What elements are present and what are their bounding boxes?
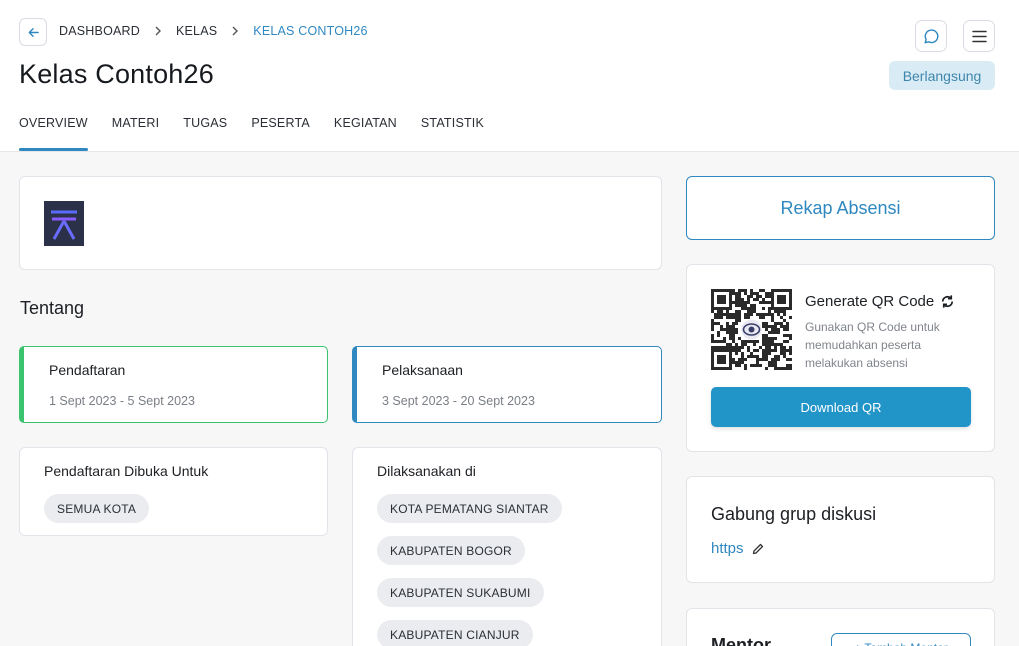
class-logo [44, 201, 84, 246]
execution-date-range: 3 Sept 2023 - 20 Sept 2023 [382, 394, 535, 408]
chat-bubble-icon [923, 28, 938, 43]
pencil-icon[interactable] [752, 543, 764, 555]
registration-scope-title: Pendaftaran Dibuka Untuk [44, 463, 209, 479]
back-button[interactable] [19, 18, 47, 46]
registration-scope-card: Pendaftaran Dibuka Untuk SEMUA KOTA [19, 447, 328, 536]
chevron-right-icon [231, 26, 239, 36]
qr-description: Gunakan QR Code untuk memudahkan peserta… [805, 320, 940, 370]
hamburger-menu-icon [971, 30, 987, 42]
add-mentor-button[interactable]: + Tambah Mentor [831, 633, 971, 646]
tab-kegiatan[interactable]: KEGIATAN [334, 108, 397, 152]
location-chip: KABUPATEN BOGOR [377, 536, 525, 565]
mentor-card: Mentor + Tambah Mentor [686, 608, 995, 646]
discussion-link-row: https [711, 540, 764, 557]
registration-period-card: Pendaftaran 1 Sept 2023 - 5 Sept 2023 [19, 346, 328, 423]
execution-title: Pelaksanaan [382, 362, 463, 378]
breadcrumb-dashboard[interactable]: DASHBOARD [59, 24, 140, 38]
tab-overview[interactable]: OVERVIEW [19, 108, 88, 152]
status-badge: Berlangsung [889, 61, 995, 90]
tab-bar: OVERVIEW MATERI TUGAS PESERTA KEGIATAN S… [19, 108, 508, 152]
tab-statistik[interactable]: STATISTIK [421, 108, 484, 152]
registration-date-range: 1 Sept 2023 - 5 Sept 2023 [49, 394, 195, 408]
download-qr-button[interactable]: Download QR [711, 387, 971, 427]
discussion-link[interactable]: https [711, 540, 744, 557]
breadcrumb-current: KELAS CONTOH26 [253, 24, 368, 38]
arrow-left-icon [28, 27, 39, 37]
city-chip: SEMUA KOTA [44, 494, 150, 523]
tab-peserta[interactable]: PESERTA [251, 108, 310, 152]
execution-period-card: Pelaksanaan 3 Sept 2023 - 20 Sept 2023 [352, 346, 662, 423]
menu-button[interactable] [963, 20, 995, 52]
rekap-absensi-button[interactable]: Rekap Absensi [686, 176, 995, 240]
qr-code-image [711, 289, 792, 370]
breadcrumb: DASHBOARD KELAS KELAS CONTOH26 [59, 24, 368, 38]
discussion-group-card: Gabung grup diskusi https [686, 476, 995, 583]
registration-title: Pendaftaran [49, 362, 126, 378]
chat-button[interactable] [915, 20, 947, 52]
discussion-title: Gabung grup diskusi [711, 504, 877, 524]
breadcrumb-kelas[interactable]: KELAS [176, 24, 217, 38]
location-chip: KOTA PEMATANG SIANTAR [377, 494, 562, 523]
chevron-right-icon [154, 26, 162, 36]
location-card: Dilaksanakan di KOTA PEMATANG SIANTAR KA… [352, 447, 662, 646]
tab-materi[interactable]: MATERI [112, 108, 160, 152]
qr-title: Generate QR Code [805, 293, 935, 310]
mentor-title: Mentor [711, 635, 771, 646]
location-title: Dilaksanakan di [377, 463, 476, 479]
location-chip: KABUPATEN CIANJUR [377, 620, 533, 646]
page-header: DASHBOARD KELAS KELAS CONTOH26 Kelas Con… [0, 0, 1019, 152]
refresh-icon[interactable] [940, 294, 955, 309]
location-chip: KABUPATEN SUKABUMI [377, 578, 544, 607]
qr-title-row: Generate QR Code [805, 293, 955, 310]
qr-code-card: Generate QR Code Gunakan QR Code untuk m… [686, 264, 995, 452]
class-logo-card [19, 176, 662, 270]
about-heading: Tentang [20, 298, 85, 318]
tab-tugas[interactable]: TUGAS [183, 108, 227, 152]
page-title: Kelas Contoh26 [19, 59, 214, 89]
